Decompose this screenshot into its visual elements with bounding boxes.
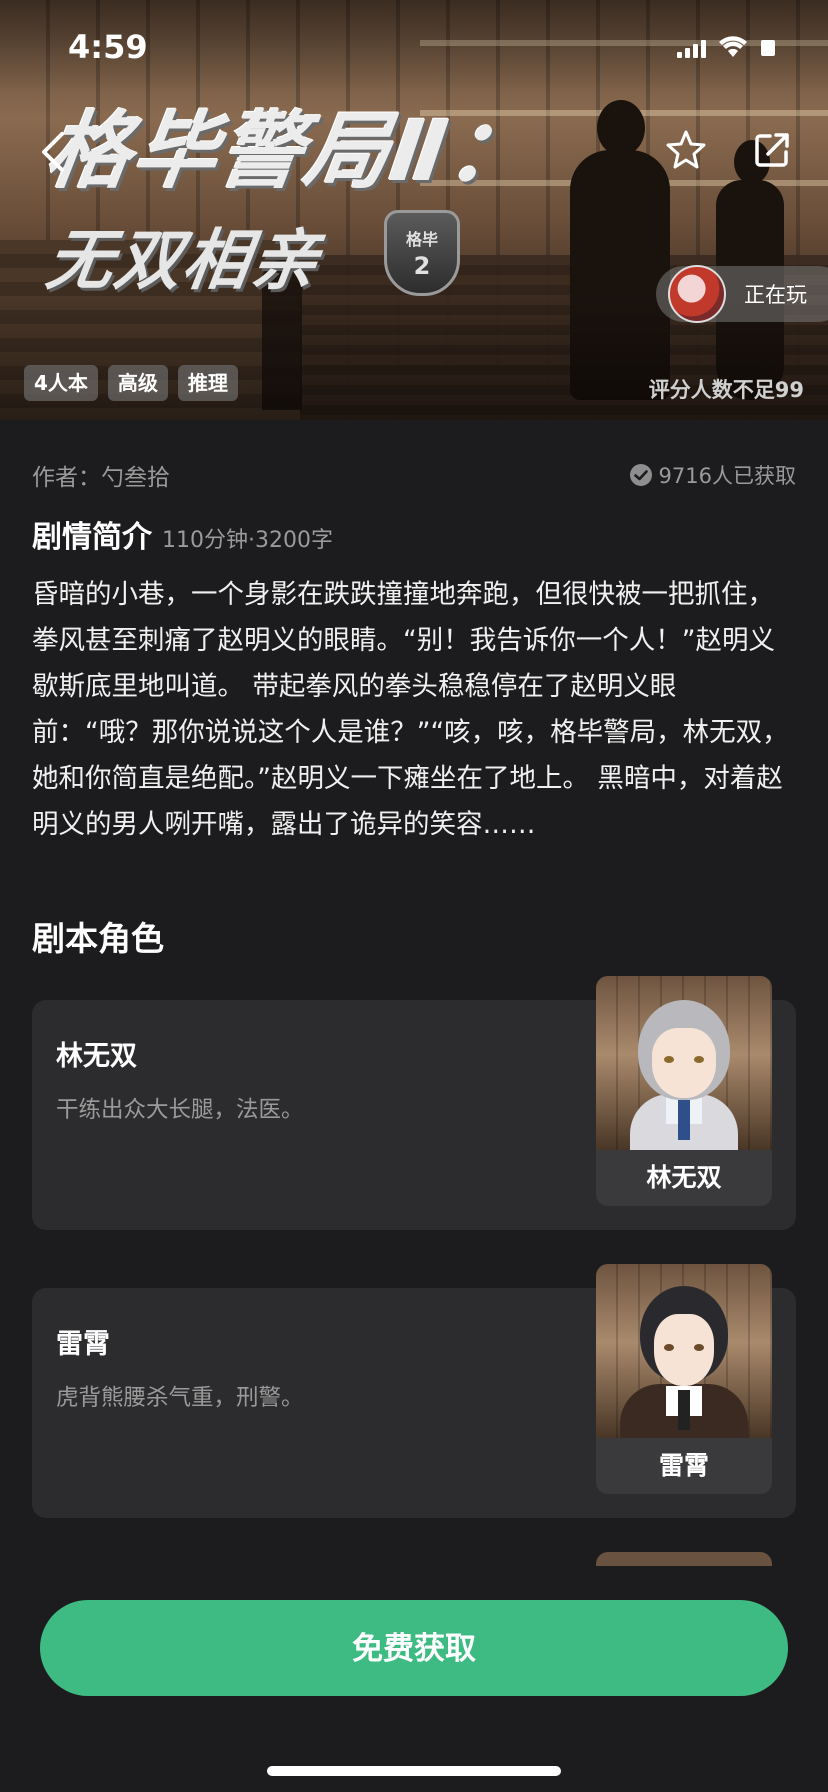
obtained-text: 9716人已获取: [658, 464, 796, 488]
emblem-number: 2: [413, 252, 431, 280]
character-eye: [664, 1344, 674, 1351]
character-illustration: [596, 976, 772, 1154]
wifi-icon: [718, 36, 748, 58]
check-circle-icon: [629, 464, 652, 486]
role-portrait[interactable]: 林无双: [596, 976, 772, 1206]
signal-icon: [677, 38, 706, 58]
tag-players: 4人本: [24, 365, 98, 401]
character-illustration: [596, 1264, 772, 1444]
back-icon[interactable]: [36, 128, 72, 176]
status-icons: [677, 36, 776, 58]
character-tie: [678, 1390, 690, 1430]
synopsis-header: 剧情简介 110分钟·3200字: [32, 512, 333, 556]
rating-note: 评分人数不足99: [648, 378, 804, 402]
character-tie: [678, 1100, 690, 1140]
now-playing-pill[interactable]: 正在玩: [656, 265, 828, 323]
hero-banner: 格毕警局Ⅱ： 无双相亲 格毕 2 4:59 正在玩 4人本 高级 推理 评分人数…: [0, 0, 828, 420]
battery-icon: [760, 38, 776, 58]
script-title: 格毕警局Ⅱ： 无双相亲: [40, 84, 541, 303]
role-name: 林无双: [56, 1041, 137, 1072]
role-description: 干练出众大长腿，法医。: [56, 1097, 304, 1123]
portrait-label: 雷霄: [596, 1438, 772, 1494]
role-portrait[interactable]: 雷霄: [596, 1264, 772, 1494]
title-line-1: 格毕警局Ⅱ：: [40, 102, 542, 200]
synopsis-title: 剧情简介: [32, 520, 152, 555]
obtained-count: 9716人已获取: [629, 460, 796, 490]
character-face: [654, 1314, 714, 1386]
author-label: 作者：勺叁拾: [32, 465, 170, 491]
series-emblem: 格毕 2: [384, 210, 460, 296]
role-name: 雷霄: [56, 1329, 110, 1360]
share-icon[interactable]: [752, 130, 792, 170]
portrait-label: 林无双: [596, 1150, 772, 1206]
avatar: [668, 265, 726, 323]
get-free-button[interactable]: 免费获取: [40, 1600, 788, 1696]
character-eye: [694, 1344, 704, 1351]
now-playing-label: 正在玩: [744, 283, 807, 307]
title-line-2: 无双相亲: [41, 222, 325, 299]
synopsis-text: 昏暗的小巷，一个身影在跌跌撞撞地奔跑，但很快被一把抓住，拳风甚至刺痛了赵明义的眼…: [32, 579, 789, 840]
character-eye: [694, 1056, 704, 1063]
tag-list: 4人本 高级 推理: [24, 365, 238, 401]
role-description: 虎背熊腰杀气重，刑警。: [56, 1385, 304, 1411]
roles-title: 剧本角色: [32, 919, 164, 958]
home-indicator: [267, 1766, 561, 1776]
star-icon[interactable]: [664, 128, 708, 172]
synopsis-meta: 110分钟·3200字: [162, 528, 333, 553]
status-time: 4:59: [68, 28, 148, 66]
emblem-text: 格毕: [405, 230, 438, 249]
character-eye: [664, 1056, 674, 1063]
tag-difficulty: 高级: [107, 365, 168, 401]
character-face: [652, 1028, 716, 1098]
tag-genre: 推理: [177, 365, 238, 401]
